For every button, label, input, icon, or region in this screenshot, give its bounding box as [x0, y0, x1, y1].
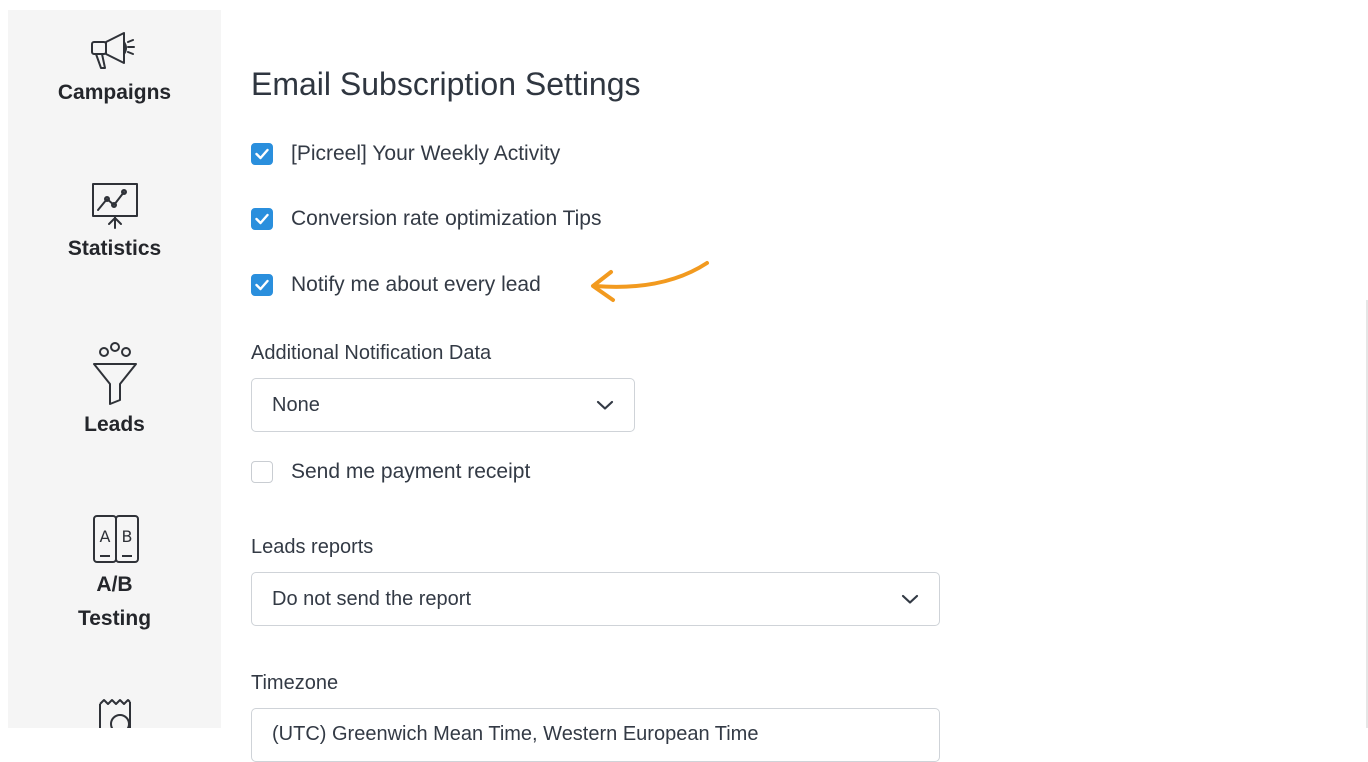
sidebar-item-campaigns[interactable]: Campaigns	[8, 28, 221, 110]
settings-panel: Email Subscription Settings [Picreel] Yo…	[221, 0, 1368, 762]
weekly-activity-checkbox-row[interactable]: [Picreel] Your Weekly Activity	[251, 142, 560, 166]
timezone-select[interactable]: (UTC) Greenwich Mean Time, Western Europ…	[251, 708, 940, 762]
weekly-activity-checkbox[interactable]	[251, 143, 273, 165]
sidebar-item-billing[interactable]	[8, 696, 221, 728]
checkmark-icon	[255, 148, 269, 160]
payment-receipt-checkbox[interactable]	[251, 461, 273, 483]
sidebar-item-label: A/B	[96, 573, 133, 596]
billing-icon	[98, 699, 131, 728]
megaphone-icon	[90, 32, 135, 69]
chevron-down-icon	[901, 594, 919, 604]
cro-tips-checkbox-row[interactable]: Conversion rate optimization Tips	[251, 207, 601, 231]
select-value: Do not send the report	[272, 587, 472, 610]
notify-every-lead-checkbox[interactable]	[251, 274, 273, 296]
presentation-chart-icon	[91, 183, 138, 229]
notify-every-lead-checkbox-row[interactable]: Notify me about every lead	[251, 273, 541, 297]
leads-reports-select[interactable]: Do not send the report	[251, 572, 940, 626]
checkbox-label: Conversion rate optimization Tips	[291, 207, 602, 230]
sidebar-item-label: Leads	[84, 413, 145, 436]
sidebar-item-label: Statistics	[67, 237, 162, 260]
chevron-down-icon	[596, 400, 614, 410]
checkmark-icon	[255, 279, 269, 291]
sidebar-item-statistics[interactable]: Statistics	[8, 180, 221, 266]
additional-notification-select[interactable]: None	[251, 378, 635, 432]
ab-test-icon: A B	[92, 515, 139, 563]
payment-receipt-checkbox-row[interactable]: Send me payment receipt	[251, 460, 530, 484]
cro-tips-checkbox[interactable]	[251, 208, 273, 230]
select-value: None	[272, 393, 320, 416]
funnel-icon	[92, 342, 137, 405]
sidebar-item-label: Campaigns	[57, 81, 172, 104]
sidebar-item-label: Testing	[77, 607, 152, 630]
additional-notification-label: Additional Notification Data	[251, 342, 492, 364]
page-title: Email Subscription Settings	[251, 66, 641, 102]
annotation-arrow-icon	[591, 261, 709, 302]
checkbox-label: Notify me about every lead	[291, 273, 541, 296]
checkbox-label: [Picreel] Your Weekly Activity	[291, 142, 561, 165]
sidebar-item-ab-testing[interactable]: A B A/B Testing	[8, 512, 221, 636]
checkbox-label: Send me payment receipt	[291, 460, 531, 483]
checkmark-icon	[255, 213, 269, 225]
svg-text:A: A	[99, 527, 110, 546]
sidebar-nav: Campaigns Statistics Leads A B A/B Testi…	[8, 10, 221, 728]
sidebar-item-leads[interactable]: Leads	[8, 342, 221, 442]
timezone-label: Timezone	[251, 672, 339, 694]
svg-text:B: B	[121, 527, 132, 546]
leads-reports-label: Leads reports	[251, 536, 374, 558]
select-value: (UTC) Greenwich Mean Time, Western Europ…	[272, 723, 759, 745]
